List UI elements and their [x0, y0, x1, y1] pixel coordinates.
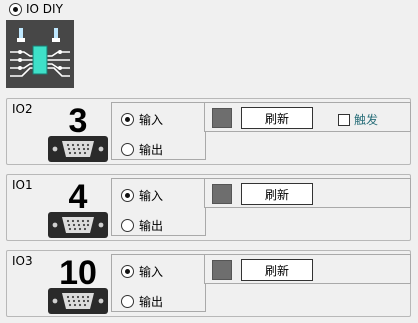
mode-input-radio[interactable] [121, 188, 134, 202]
mode-output-radio[interactable] [121, 218, 134, 232]
port-number: 4 [68, 178, 88, 216]
mode-output-label: 输出 [139, 294, 164, 309]
port-number: 3 [68, 102, 88, 140]
mode-selector: 输入 输出 [111, 178, 206, 236]
refresh-button[interactable]: 刷新 [241, 183, 313, 205]
trigger-checkbox[interactable] [338, 113, 350, 126]
group-title: IO3 [12, 254, 33, 268]
refresh-button[interactable]: 刷新 [241, 107, 313, 129]
mode-input-option[interactable]: 输入 [121, 186, 163, 204]
trigger-label: 触发 [354, 113, 379, 127]
mode-input-label: 输入 [139, 188, 164, 203]
control-box: 刷新 [204, 254, 411, 284]
mode-output-option[interactable]: 输出 [121, 216, 163, 234]
io-diy-radio[interactable]: IO DIY [9, 1, 63, 17]
mode-output-label: 输出 [139, 218, 164, 233]
mode-input-radio[interactable] [121, 112, 134, 126]
mode-input-radio[interactable] [121, 264, 134, 278]
trigger-checkbox-option[interactable]: 触发 [338, 111, 378, 128]
vga-port-icon [48, 288, 108, 314]
vga-port-icon [48, 136, 108, 162]
mode-selector: 输入 输出 [111, 102, 206, 160]
mode-output-option[interactable]: 输出 [121, 292, 163, 310]
port-number: 10 [59, 254, 97, 292]
io2-group: IO2 3 输入 输出 刷新 触发 [6, 98, 411, 165]
mode-input-label: 输入 [139, 112, 164, 127]
status-indicator [212, 108, 232, 128]
io-diy-radio-dot[interactable] [9, 2, 22, 16]
mode-output-radio[interactable] [121, 142, 134, 156]
mode-output-label: 输出 [139, 142, 164, 157]
mode-output-option[interactable]: 输出 [121, 140, 163, 158]
mode-selector: 输入 输出 [111, 254, 206, 312]
vga-port-icon [48, 212, 108, 238]
group-title: IO1 [12, 178, 33, 192]
mode-input-option[interactable]: 输入 [121, 110, 163, 128]
mode-output-radio[interactable] [121, 294, 134, 308]
io-diy-label: IO DIY [26, 2, 63, 16]
refresh-button[interactable]: 刷新 [241, 259, 313, 281]
mode-input-label: 输入 [139, 264, 164, 279]
io3-group: IO3 10 输入 输出 刷新 [6, 250, 411, 317]
io1-group: IO1 4 输入 输出 刷新 [6, 174, 411, 241]
control-box: 刷新 [204, 178, 411, 208]
group-title: IO2 [12, 102, 33, 116]
status-indicator [212, 184, 232, 204]
mode-input-option[interactable]: 输入 [121, 262, 163, 280]
circuit-chip-icon [6, 20, 74, 88]
control-box: 刷新 触发 [204, 102, 411, 132]
status-indicator [212, 260, 232, 280]
